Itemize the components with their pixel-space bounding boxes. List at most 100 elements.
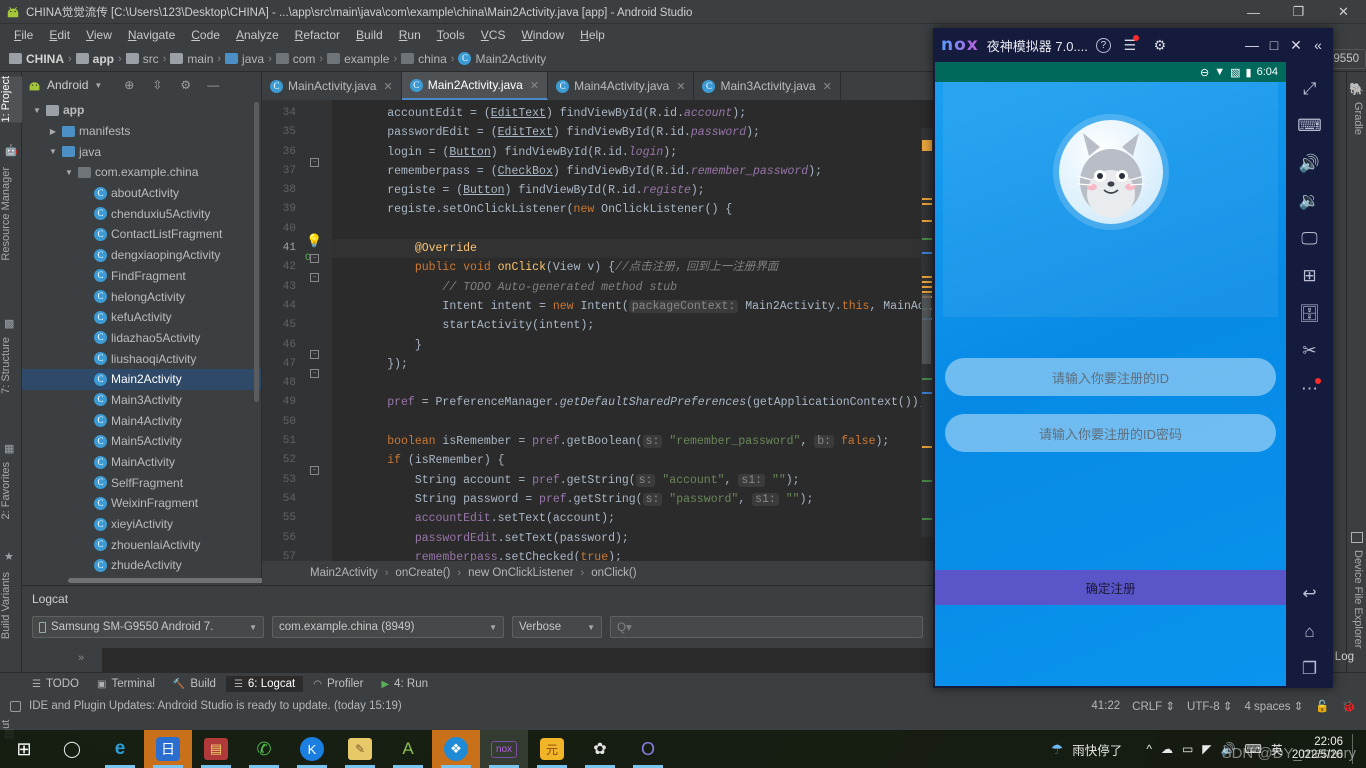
status-message[interactable]: IDE and Plugin Updates: Android Studio i… — [29, 700, 402, 712]
tool-tab-2-favorites[interactable]: 2: Favorites — [0, 462, 22, 519]
close-button[interactable]: ✕ — [1321, 0, 1366, 24]
close-icon[interactable]: ✕ — [383, 80, 392, 93]
fold-marker-icon[interactable]: – — [310, 369, 319, 378]
tree-item-java[interactable]: ▼ java — [22, 141, 261, 162]
menu-item-view[interactable]: View — [78, 26, 120, 44]
tool-tab-7-structure[interactable]: 7: Structure — [0, 337, 22, 394]
tree-item-mainactivity[interactable]: C MainActivity — [22, 452, 261, 473]
menu-item-analyze[interactable]: Analyze — [228, 26, 287, 44]
tree-toggle-icon[interactable]: ▼ — [32, 106, 42, 115]
editor-code-area[interactable]: 34 35 36 37 38 39 40 41 42 43 44 45 46 47 48 49 50 51 52 53… — [262, 100, 933, 561]
tree-toggle-icon[interactable]: ▶ — [48, 127, 58, 136]
maximize-button[interactable]: ❐ — [1276, 0, 1321, 24]
battery-icon[interactable]: ▭ — [1182, 742, 1193, 756]
tree-item-xieyiactivity[interactable]: CxieyiActivity — [22, 514, 261, 535]
taskbar-kugou-music[interactable]: K — [288, 730, 336, 768]
bottom-tab-profiler[interactable]: ◠ Profiler — [305, 676, 371, 692]
volume-up-icon[interactable]: 🔊 — [1286, 145, 1333, 183]
home-icon[interactable]: ⌂ — [1286, 613, 1333, 651]
weather-text[interactable]: 雨快停了 — [1072, 740, 1122, 759]
tool-tab-build-variants[interactable]: Build Variants — [0, 572, 22, 639]
caret-position[interactable]: 41:22 — [1091, 700, 1120, 712]
register-id-input[interactable]: 请输入你要注册的ID — [945, 358, 1276, 396]
taskbar-fileexplorer-app[interactable]: ❖ — [432, 730, 480, 768]
taskbar-screenshot-tool[interactable]: ✎ — [336, 730, 384, 768]
indent-setting[interactable]: 4 spaces ⇕ — [1244, 699, 1303, 713]
menu-item-code[interactable]: Code — [183, 26, 228, 44]
close-icon[interactable]: ✕ — [676, 80, 685, 93]
help-icon[interactable]: ? — [1095, 37, 1111, 53]
line-separator[interactable]: CRLF ⇕ — [1132, 699, 1175, 713]
keyboard-icon[interactable]: ⌨ — [1244, 742, 1261, 756]
nox-maximize-button[interactable]: □ — [1263, 34, 1285, 56]
breadcrumb-item-app[interactable]: app — [73, 51, 117, 67]
tree-item-com-example-china[interactable]: ▼ com.example.china — [22, 162, 261, 183]
locate-icon[interactable]: ⊕ — [124, 78, 134, 92]
breadcrumb-item-com[interactable]: com — [273, 51, 319, 67]
ime-icon[interactable]: 英 — [1271, 741, 1283, 758]
breadcrumb-item-example[interactable]: example — [324, 51, 392, 67]
logcat-level-selector[interactable]: Verbose ▼ — [512, 616, 602, 638]
tree-item-chenduxiu5activity[interactable]: Cchenduxiu5Activity — [22, 203, 261, 224]
logcat-device-selector[interactable]: Samsung SM-G9550 Android 7. ▼ — [32, 616, 264, 638]
breadcrumb-item-java[interactable]: java — [222, 51, 267, 67]
fold-marker-icon[interactable]: – — [310, 273, 319, 282]
editor-breadcrumb-item[interactable]: onClick() — [591, 567, 636, 579]
tree-item-zhudeactivity[interactable]: CzhudeActivity — [22, 555, 261, 576]
bulb-icon[interactable]: 💡 — [306, 234, 322, 249]
tool-tab-resource-manager[interactable]: Resource Manager — [0, 167, 22, 261]
logcat-process-selector[interactable]: com.example.china (8949) ▼ — [272, 616, 504, 638]
menu-item-navigate[interactable]: Navigate — [120, 26, 183, 44]
collapse-all-icon[interactable]: ⇳ — [152, 78, 162, 92]
breadcrumb-item-main[interactable]: main — [167, 51, 216, 67]
tree-item-selffragment[interactable]: C SelfFragment — [22, 472, 261, 493]
hide-icon[interactable]: — — [207, 78, 219, 92]
tree-item-main2activity[interactable]: C Main2Activity — [22, 368, 261, 390]
breadcrumb-item-china[interactable]: CHINA — [6, 51, 67, 67]
nox-close-button[interactable]: ✕ — [1285, 34, 1307, 56]
menu-item-tools[interactable]: Tools — [429, 26, 473, 44]
file-encoding[interactable]: UTF-8 ⇕ — [1187, 699, 1232, 713]
taskbar-nox-player[interactable]: nox — [480, 730, 528, 768]
tool-tab-gradle[interactable]: Gradle — [1352, 102, 1364, 135]
tree-item-findfragment[interactable]: C FindFragment — [22, 266, 261, 287]
tray-expand-icon[interactable]: ^ — [1146, 742, 1152, 756]
breadcrumb-item-src[interactable]: src — [123, 51, 162, 67]
taskbar-start-button[interactable]: ⊞ — [0, 730, 48, 768]
editor-tab-main3activity-java[interactable]: C Main3Activity.java ✕ — [694, 72, 841, 100]
editor-breadcrumb-item[interactable]: new OnClickListener — [468, 567, 573, 579]
menu-item-window[interactable]: Window — [513, 26, 572, 44]
recents-icon[interactable]: ❐ — [1286, 651, 1333, 689]
project-view-selector[interactable]: Android — [47, 78, 88, 92]
editor-breadcrumb[interactable]: Main2Activity › onCreate() › new OnClickList… — [262, 561, 933, 585]
minimize-button[interactable]: — — [1231, 0, 1276, 24]
taskbar-wechat[interactable]: ✆ — [240, 730, 288, 768]
editor-marker-bar[interactable] — [921, 128, 933, 537]
taskbar-netease-app[interactable]: 日 — [144, 730, 192, 768]
project-horizontal-scrollbar[interactable] — [68, 578, 268, 583]
logcat-expand-icon[interactable]: » — [78, 652, 84, 664]
tree-item-zhouenlaiactivity[interactable]: CzhouenlaiActivity — [22, 534, 261, 555]
project-vertical-scrollbar[interactable] — [254, 102, 259, 402]
fold-marker-icon[interactable]: – — [310, 158, 319, 167]
menu-item-edit[interactable]: Edit — [41, 26, 78, 44]
gear-icon[interactable]: ⚙ — [1149, 34, 1171, 56]
taskbar-browser-app[interactable]: O — [624, 730, 672, 768]
menu-item-run[interactable]: Run — [391, 26, 429, 44]
breadcrumb-item-main2activity[interactable]: C Main2Activity — [455, 51, 549, 67]
editor-tab-mainactivity-java[interactable]: C MainActivity.java ✕ — [262, 72, 402, 100]
taskbar-cortana-search[interactable]: ◯ — [48, 730, 96, 768]
fold-marker-icon[interactable]: – — [310, 254, 319, 263]
menu-item-build[interactable]: Build — [348, 26, 391, 44]
close-icon[interactable]: ✕ — [530, 79, 539, 92]
logcat-search-input[interactable]: Q▾ — [610, 616, 923, 638]
editor-tab-main4activity-java[interactable]: C Main4Activity.java ✕ — [548, 72, 695, 100]
inspector-icon[interactable]: 🐞 — [1342, 699, 1356, 713]
tree-item-contactlistfragment[interactable]: C ContactListFragment — [22, 224, 261, 245]
tree-item-dengxiaopingactivity[interactable]: CdengxiaopingActivity — [22, 245, 261, 266]
taskbar-yuanfudao-app[interactable]: 元 — [528, 730, 576, 768]
tree-toggle-icon[interactable]: ▼ — [48, 147, 58, 156]
bottom-tab-4-run[interactable]: ▶ 4: Run — [373, 676, 436, 692]
taskbar-clock[interactable]: 22:06 2022/5/26 — [1292, 736, 1343, 762]
fullscreen-icon[interactable]: ⤢ — [1286, 70, 1333, 108]
